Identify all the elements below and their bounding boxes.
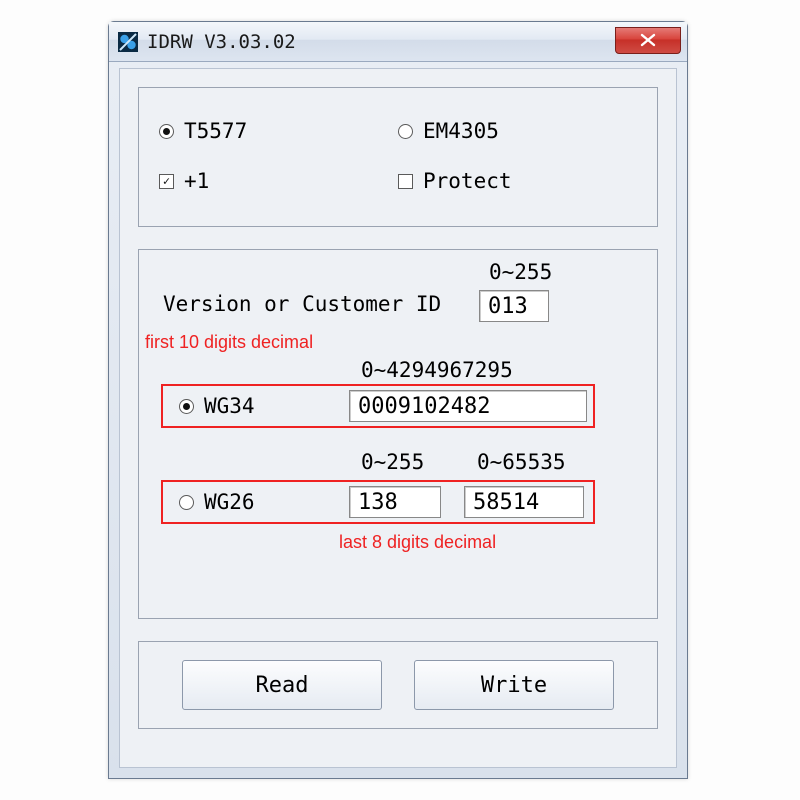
wg26-input-b[interactable] bbox=[464, 486, 584, 518]
customer-id-range: 0~255 bbox=[489, 260, 552, 284]
client-area: T5577 EM4305 +1 bbox=[119, 68, 677, 768]
customer-id-input[interactable] bbox=[479, 290, 549, 322]
annotation-first10: first 10 digits decimal bbox=[145, 332, 313, 353]
checkbox-protect-label: Protect bbox=[423, 169, 512, 193]
radio-em4305-label: EM4305 bbox=[423, 119, 499, 143]
write-button-label: Write bbox=[481, 673, 547, 698]
write-button[interactable]: Write bbox=[414, 660, 614, 710]
radio-wg26[interactable]: WG26 bbox=[179, 490, 255, 514]
radio-t5577-label: T5577 bbox=[184, 119, 247, 143]
checkbox-icon bbox=[398, 174, 413, 189]
checkbox-protect[interactable]: Protect bbox=[398, 169, 512, 193]
wg26-input-a[interactable] bbox=[349, 486, 441, 518]
radio-dot-icon bbox=[398, 124, 413, 139]
wg34-input[interactable] bbox=[349, 390, 587, 422]
read-button[interactable]: Read bbox=[182, 660, 382, 710]
app-icon bbox=[117, 31, 139, 53]
radio-wg26-label: WG26 bbox=[204, 490, 255, 514]
app-window: IDRW V3.03.02 T5577 bbox=[108, 21, 688, 779]
radio-dot-icon bbox=[179, 399, 194, 414]
radio-wg34[interactable]: WG34 bbox=[179, 394, 255, 418]
checkbox-icon bbox=[159, 174, 174, 189]
checkbox-plus1[interactable]: +1 bbox=[159, 169, 209, 193]
close-icon bbox=[639, 33, 657, 47]
close-button[interactable] bbox=[615, 27, 681, 54]
chip-options-group: T5577 EM4305 +1 bbox=[138, 87, 658, 227]
action-buttons-group: Read Write bbox=[138, 641, 658, 729]
customer-id-label: Version or Customer ID bbox=[163, 292, 441, 316]
radio-dot-icon bbox=[159, 124, 174, 139]
radio-wg34-label: WG34 bbox=[204, 394, 255, 418]
titlebar: IDRW V3.03.02 bbox=[109, 22, 687, 62]
radio-dot-icon bbox=[179, 495, 194, 510]
radio-em4305[interactable]: EM4305 bbox=[398, 119, 499, 143]
radio-t5577[interactable]: T5577 bbox=[159, 119, 247, 143]
wg26-range-a: 0~255 bbox=[361, 450, 424, 474]
wg34-range: 0~4294967295 bbox=[361, 358, 513, 382]
window-title: IDRW V3.03.02 bbox=[147, 31, 615, 53]
checkbox-plus1-label: +1 bbox=[184, 169, 209, 193]
id-fields-group: 0~255 Version or Customer ID first 10 di… bbox=[138, 249, 658, 619]
wg26-range-b: 0~65535 bbox=[477, 450, 566, 474]
read-button-label: Read bbox=[256, 673, 309, 698]
annotation-last8: last 8 digits decimal bbox=[339, 532, 496, 553]
